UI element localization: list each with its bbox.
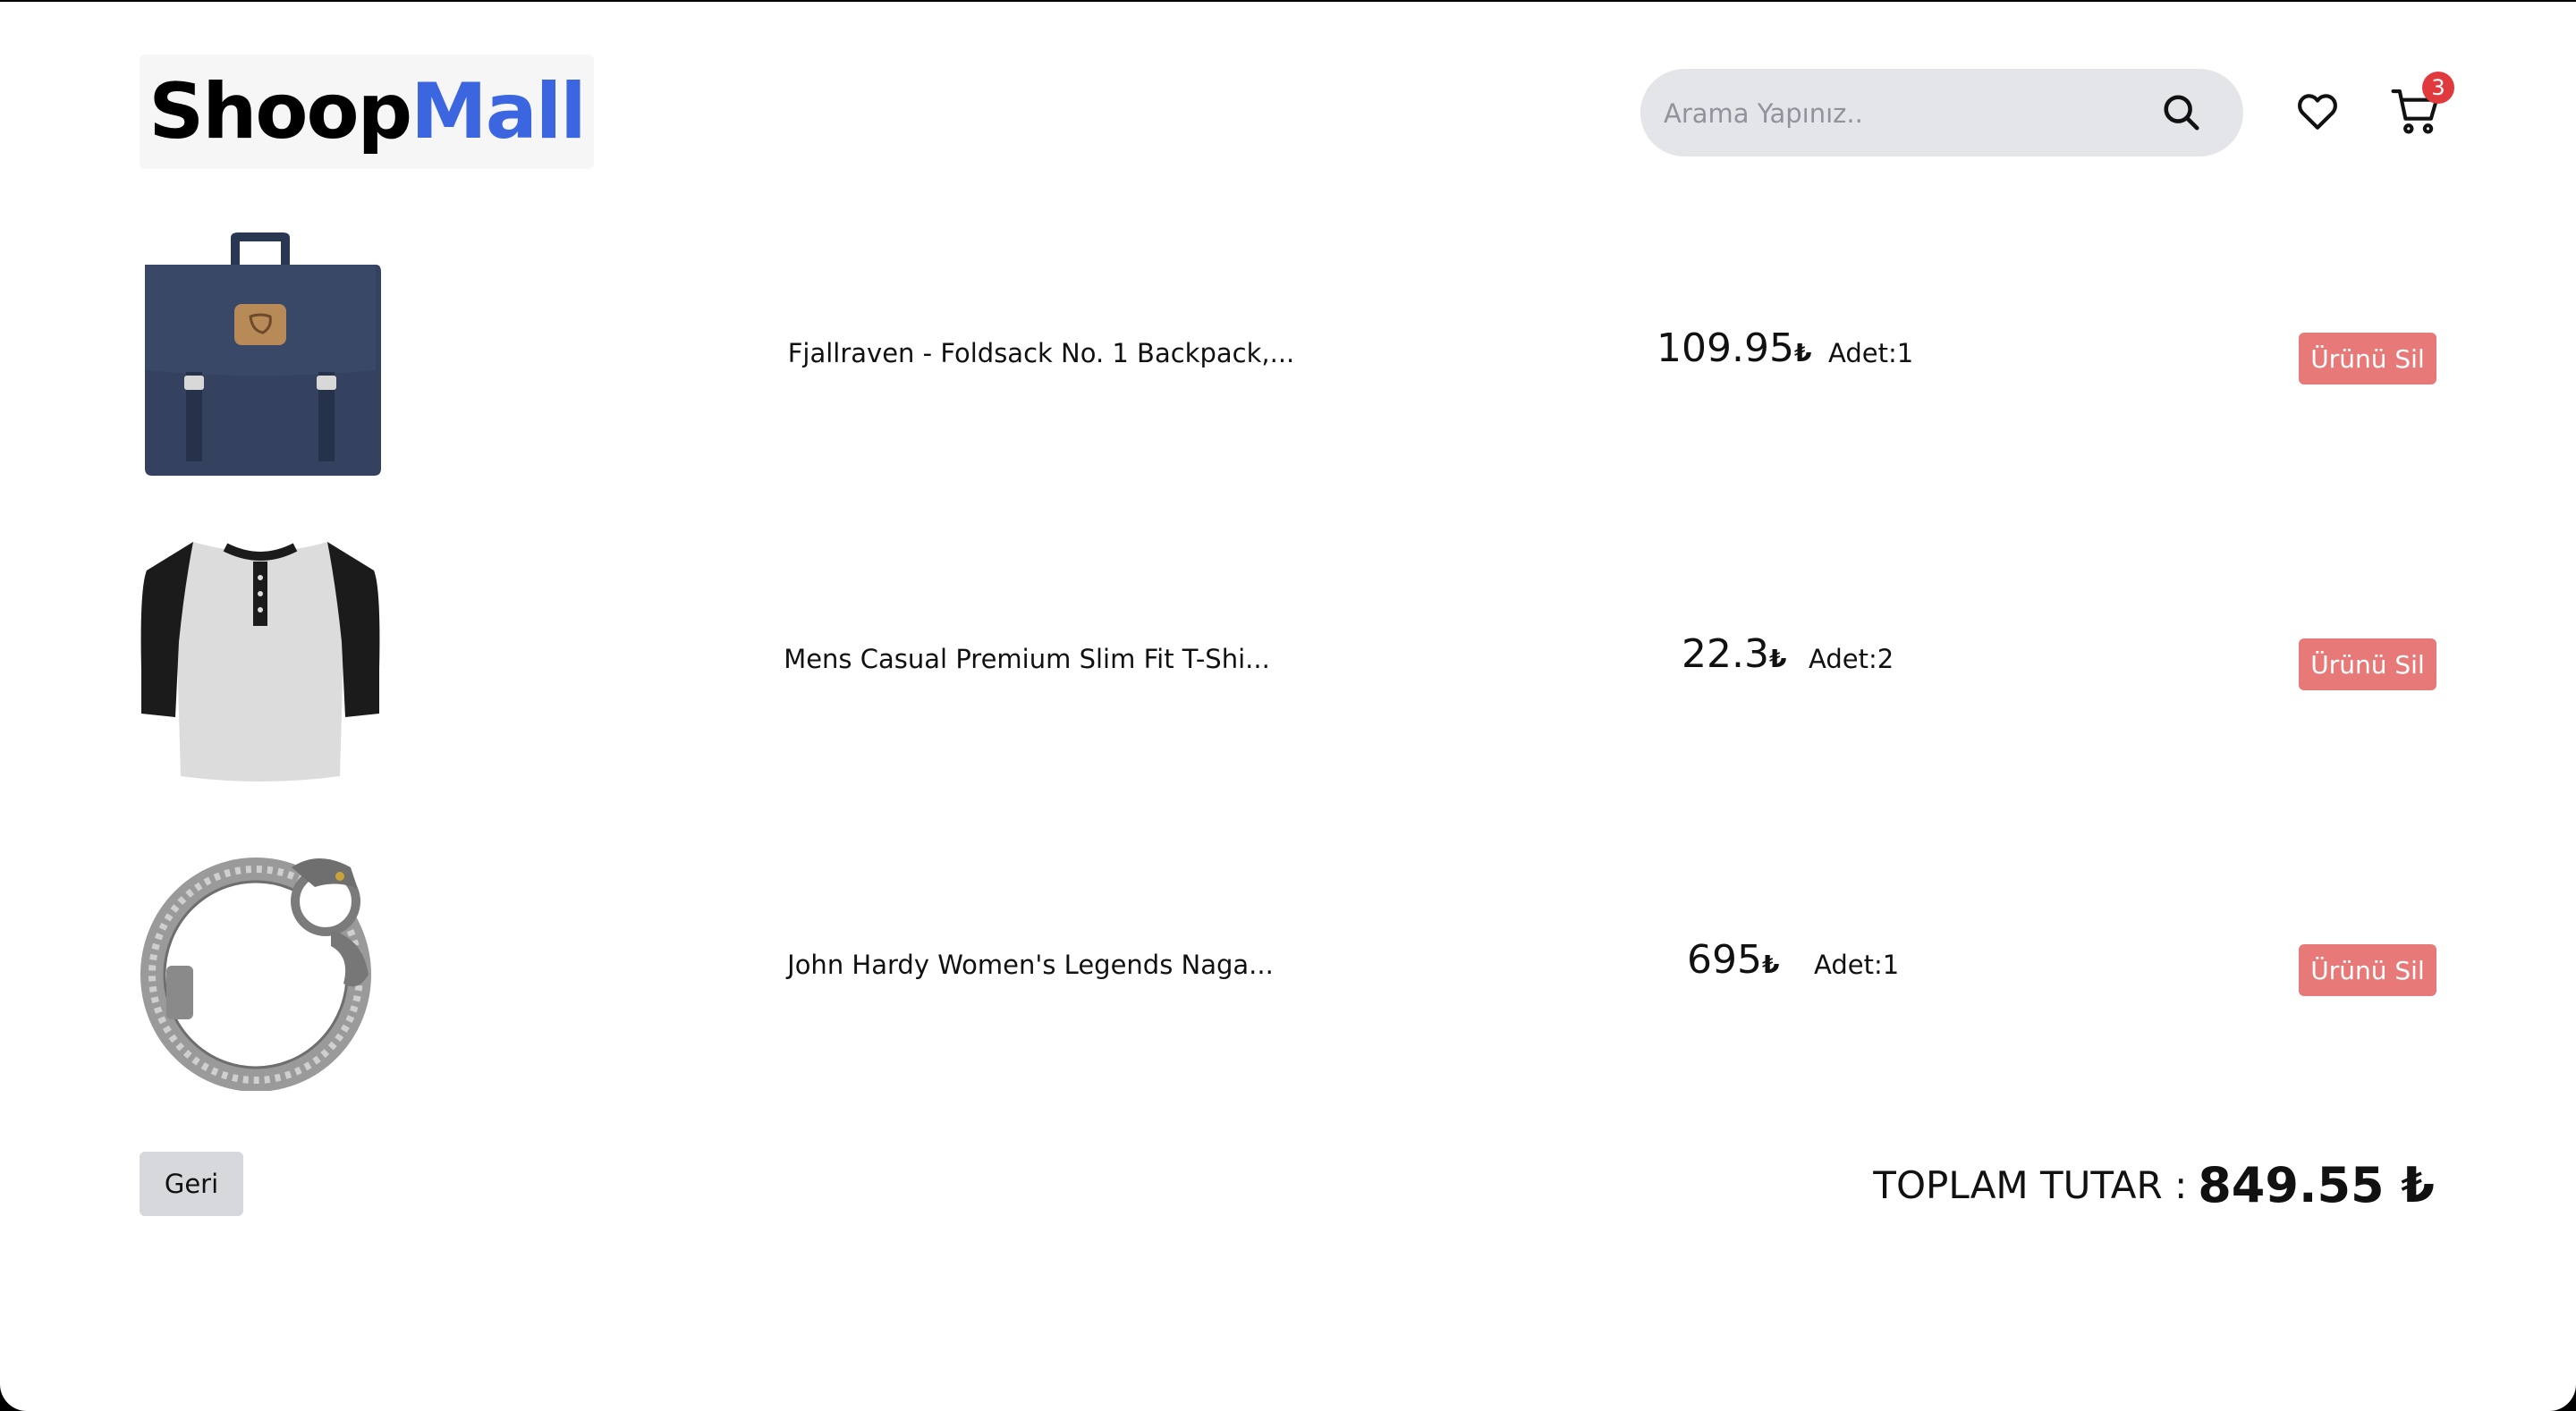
search-input[interactable]: [1662, 69, 2166, 158]
remove-item-button[interactable]: Ürünü Sil: [2299, 638, 2436, 690]
back-button[interactable]: Geri: [140, 1152, 243, 1216]
product-quantity: Adet:1: [1828, 338, 1914, 368]
currency-symbol: ₺: [1768, 644, 1787, 673]
total-value: 849.55 ₺: [2198, 1156, 2435, 1213]
price-value: 22.3: [1682, 631, 1769, 677]
product-quantity: Adet:2: [1809, 644, 1894, 674]
cart-count-badge: 3: [2422, 72, 2454, 104]
app-window: ShoopMall 3 Fjallraven - Foldsack No. 1 …: [0, 2, 2576, 1411]
cart-item: Fjallraven - Foldsack No. 1 Backpack,...…: [0, 229, 2576, 479]
product-name: John Hardy Women's Legends Naga...: [787, 950, 1274, 980]
remove-item-button[interactable]: Ürünü Sil: [2299, 333, 2436, 384]
remove-item-button[interactable]: Ürünü Sil: [2299, 944, 2436, 996]
product-name: Mens Casual Premium Slim Fit T-Shi...: [784, 644, 1270, 674]
currency-symbol: ₺: [1793, 338, 1812, 368]
logo-text-shoop: Shoop: [148, 67, 412, 156]
product-price: 695₺: [1687, 937, 1779, 983]
product-name: Fjallraven - Foldsack No. 1 Backpack,...: [787, 338, 1295, 368]
cart-item: John Hardy Women's Legends Naga... 695₺ …: [0, 841, 2576, 1091]
product-price: 109.95₺: [1657, 325, 1811, 371]
heart-icon[interactable]: [2295, 89, 2340, 134]
product-image-bracelet[interactable]: [140, 841, 381, 1091]
search-icon[interactable]: [2161, 92, 2202, 133]
search-bar: [1640, 69, 2243, 158]
product-image-backpack[interactable]: [140, 229, 381, 479]
product-price: 22.3₺: [1682, 631, 1786, 677]
logo-text-mall: Mall: [411, 67, 587, 156]
total-label: TOPLAM TUTAR :: [1873, 1162, 2188, 1207]
currency-symbol: ₺: [1761, 950, 1780, 979]
product-quantity: Adet:1: [1814, 950, 1900, 980]
cart-item: Mens Casual Premium Slim Fit T-Shi... 22…: [0, 535, 2576, 785]
order-total: TOPLAM TUTAR : 849.55 ₺: [1873, 1152, 2435, 1218]
price-value: 695: [1687, 937, 1762, 983]
logo[interactable]: Shoop Mall: [140, 55, 594, 169]
product-image-tshirt[interactable]: [140, 535, 381, 785]
price-value: 109.95: [1657, 325, 1794, 371]
